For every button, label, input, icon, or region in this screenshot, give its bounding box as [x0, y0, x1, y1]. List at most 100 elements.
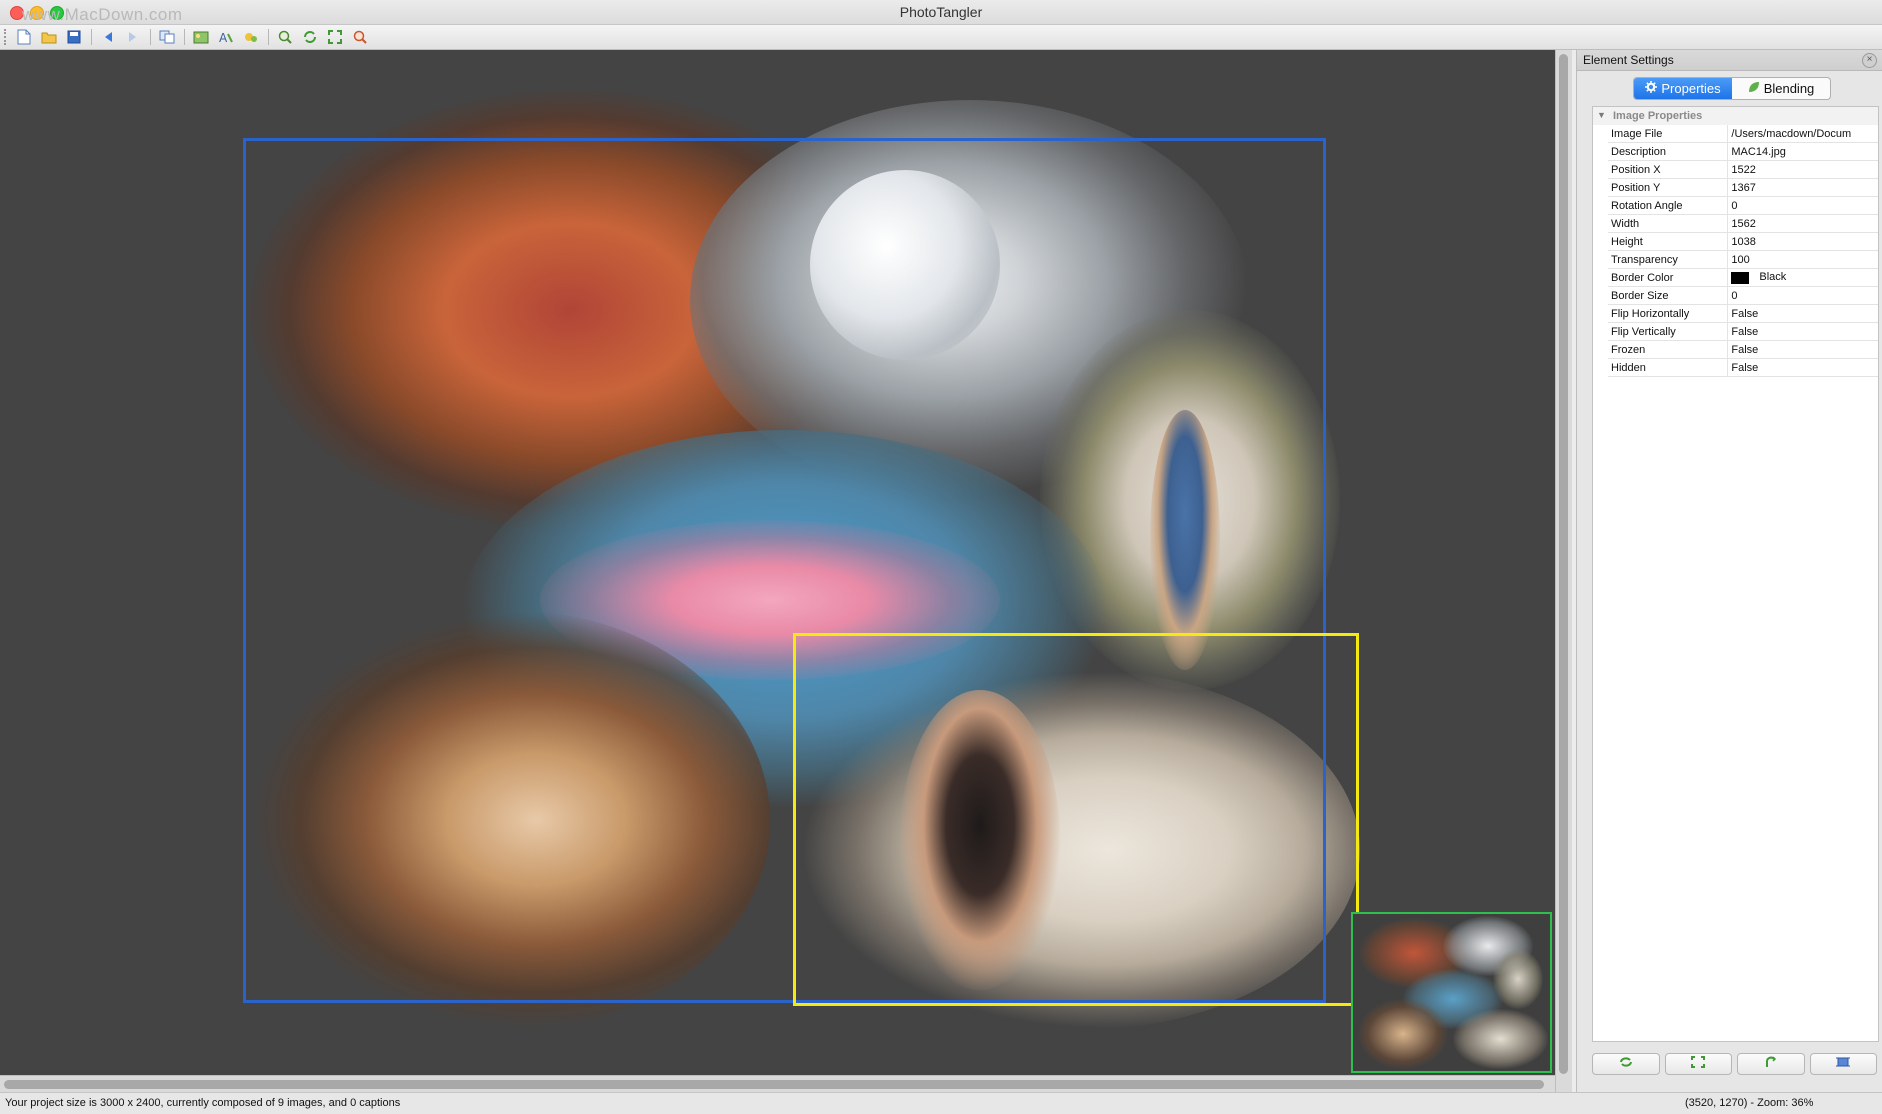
add-image-icon[interactable] — [192, 28, 210, 46]
refresh-icon[interactable] — [301, 28, 319, 46]
svg-text:A: A — [219, 31, 228, 44]
new-project-icon[interactable] — [15, 28, 33, 46]
vertical-scroll-thumb[interactable] — [1559, 54, 1568, 1074]
property-key: Flip Horizontally — [1608, 304, 1729, 323]
property-row[interactable]: Frozen False — [1608, 340, 1878, 359]
property-key: Hidden — [1608, 358, 1729, 377]
property-value[interactable]: /Users/macdown/Docum — [1727, 125, 1878, 143]
fit-icon[interactable] — [326, 28, 344, 46]
property-row[interactable]: Height 1038 — [1608, 232, 1878, 251]
add-effect-icon[interactable] — [242, 28, 260, 46]
property-value[interactable]: Black — [1727, 268, 1878, 287]
crop-button[interactable] — [1809, 1053, 1877, 1075]
property-value[interactable]: 1522 — [1727, 160, 1878, 179]
zoom-in-icon[interactable] — [276, 28, 294, 46]
rotate-button[interactable] — [1592, 1053, 1660, 1075]
disclosure-triangle-icon[interactable]: ▼ — [1597, 110, 1606, 120]
property-row[interactable]: Transparency 100 — [1608, 250, 1878, 269]
property-value[interactable]: False — [1727, 322, 1878, 341]
title-bar: www.MacDown.com PhotoTangler — [0, 0, 1882, 25]
color-name: Black — [1759, 271, 1787, 284]
tab-properties-label: Properties — [1661, 81, 1721, 96]
toolbar: A — [0, 25, 1882, 50]
property-row[interactable]: Flip Horizontally False — [1608, 304, 1878, 323]
color-swatch[interactable] — [1731, 271, 1750, 284]
property-table: Image File/Users/macdown/Docum Descriptio… — [1608, 125, 1878, 377]
toolbar-grip[interactable] — [4, 29, 8, 45]
close-panel-icon[interactable]: × — [1862, 53, 1877, 68]
property-value[interactable]: 100 — [1727, 250, 1878, 269]
selected-element-frame[interactable] — [793, 633, 1359, 1006]
property-value[interactable]: False — [1727, 358, 1878, 377]
property-row[interactable]: Width 1562 — [1608, 214, 1878, 233]
property-key: Width — [1608, 214, 1729, 233]
property-row[interactable]: Image File/Users/macdown/Docum — [1608, 125, 1878, 143]
property-value[interactable]: 0 — [1727, 196, 1878, 215]
crop-icon — [1836, 1055, 1851, 1073]
gear-icon — [1645, 81, 1658, 96]
property-key: Image File — [1608, 125, 1729, 143]
group-label: Image Properties — [1613, 110, 1703, 122]
toolbar-separator — [184, 29, 185, 45]
vertical-scrollbar[interactable] — [1555, 50, 1572, 1092]
property-key: Frozen — [1608, 340, 1729, 359]
panel-header: Element Settings × — [1577, 50, 1882, 71]
save-icon[interactable] — [65, 28, 83, 46]
property-value[interactable]: False — [1727, 304, 1878, 323]
property-row[interactable]: Border Size 0 — [1608, 286, 1878, 305]
add-caption-icon[interactable]: A — [217, 28, 235, 46]
property-key: Border Size — [1608, 286, 1729, 305]
property-key: Position Y — [1608, 178, 1729, 197]
reshape-button[interactable] — [1737, 1053, 1805, 1075]
property-value[interactable]: 1038 — [1727, 232, 1878, 251]
group-image-properties[interactable]: ▼ Image Properties — [1593, 107, 1878, 125]
property-row[interactable]: Position X 1522 — [1608, 160, 1878, 179]
cursor-zoom-readout: (3520, 1270) - Zoom: 36% — [1685, 1097, 1814, 1109]
navigator-thumbnail[interactable] — [1351, 912, 1552, 1073]
project-status-text: Your project size is 3000 x 2400, curren… — [5, 1097, 401, 1109]
tab-blending-label: Blending — [1763, 81, 1815, 96]
property-row[interactable]: Position Y 1367 — [1608, 178, 1878, 197]
fit-element-button[interactable] — [1664, 1053, 1732, 1075]
window-title: PhotoTangler — [899, 4, 983, 20]
horizontal-scrollbar[interactable] — [0, 1075, 1555, 1093]
property-value[interactable]: 1367 — [1727, 178, 1878, 197]
property-row[interactable]: Description MAC14.jpg — [1608, 142, 1878, 161]
panel-title: Element Settings — [1583, 53, 1674, 67]
property-key: Rotation Angle — [1608, 196, 1729, 215]
redo-icon[interactable] — [124, 28, 142, 46]
property-row[interactable]: Flip Vertically False — [1608, 322, 1878, 341]
property-value[interactable]: 1562 — [1727, 214, 1878, 233]
toolbar-separator — [150, 29, 151, 45]
property-row[interactable]: Border Color Black — [1608, 268, 1878, 287]
toolbar-separator — [268, 29, 269, 45]
collage-canvas[interactable] — [0, 50, 1555, 1075]
settings-tabs: Properties Blending — [1633, 77, 1831, 100]
property-grid: ▼ Image Properties Image File/Users/macd… — [1592, 106, 1879, 1042]
status-bar: Your project size is 3000 x 2400, curren… — [0, 1092, 1882, 1114]
copy-icon[interactable] — [158, 28, 176, 46]
property-key: Height — [1608, 232, 1729, 251]
property-key: Transparency — [1608, 250, 1729, 269]
tab-properties[interactable]: Properties — [1634, 78, 1732, 99]
property-key: Border Color — [1608, 268, 1729, 287]
property-value[interactable]: False — [1727, 340, 1878, 359]
undo-icon[interactable] — [99, 28, 117, 46]
element-settings-panel: Element Settings × Properties Blending ▼… — [1576, 50, 1882, 1092]
expand-icon — [1691, 1055, 1706, 1073]
leaf-icon — [1748, 81, 1760, 96]
toolbar-separator — [91, 29, 92, 45]
rotate-icon — [1618, 1055, 1634, 1073]
property-row[interactable]: Rotation Angle 0 — [1608, 196, 1878, 215]
property-row[interactable]: Hidden False — [1608, 358, 1878, 377]
panel-footer-buttons — [1592, 1053, 1877, 1075]
property-key: Position X — [1608, 160, 1729, 179]
horizontal-scroll-thumb[interactable] — [4, 1080, 1544, 1089]
property-key: Description — [1608, 142, 1729, 161]
property-value[interactable]: 0 — [1727, 286, 1878, 305]
open-icon[interactable] — [40, 28, 58, 46]
tab-blending[interactable]: Blending — [1732, 78, 1830, 99]
zoom-out-icon[interactable] — [351, 28, 369, 46]
property-key: Flip Vertically — [1608, 322, 1729, 341]
property-value[interactable]: MAC14.jpg — [1727, 142, 1878, 161]
